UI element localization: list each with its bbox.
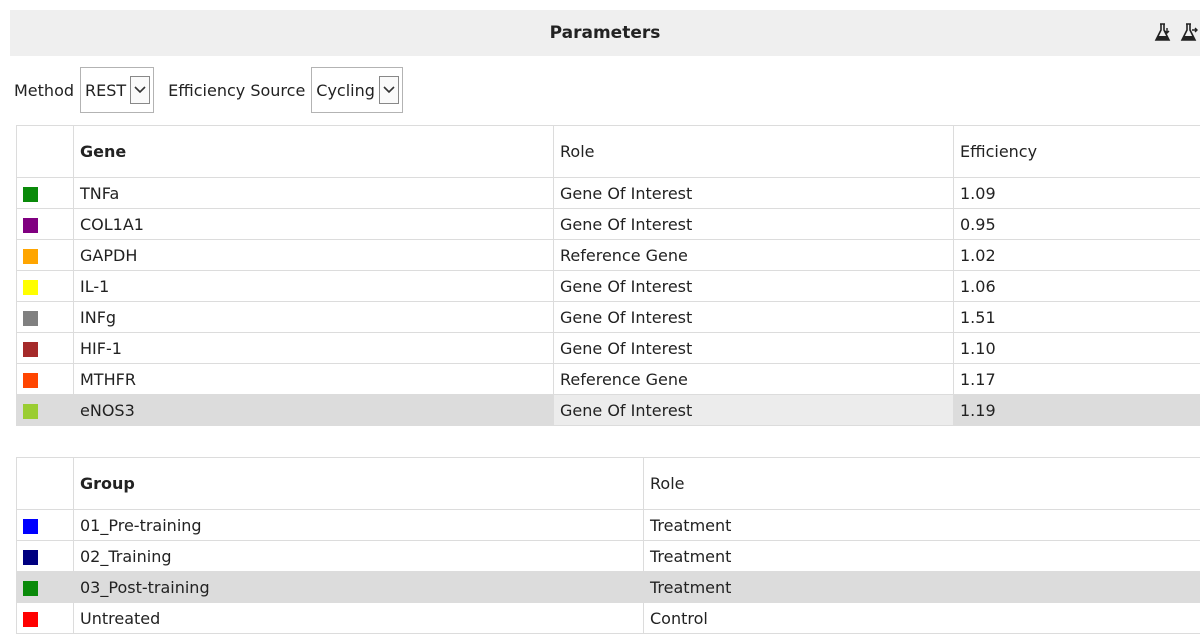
color-swatch[interactable] xyxy=(23,342,38,357)
gene-efficiency-cell[interactable]: 1.06 xyxy=(954,271,1200,302)
gene-name-cell[interactable]: COL1A1 xyxy=(74,209,554,240)
efficiency-source-select-value: Cycling xyxy=(316,81,379,100)
group-row[interactable]: 03_Post-trainingTreatment xyxy=(17,572,1200,603)
group-role-cell[interactable]: Treatment xyxy=(644,510,1200,541)
gene-efficiency-cell[interactable]: 1.02 xyxy=(954,240,1200,271)
group-role-cell[interactable]: Treatment xyxy=(644,572,1200,603)
gene-row[interactable]: IL-1Gene Of Interest1.06 xyxy=(17,271,1200,302)
gene-row[interactable]: GAPDHReference Gene1.02 xyxy=(17,240,1200,271)
efficiency-source-label: Efficiency Source xyxy=(168,81,305,100)
gene-name-cell[interactable]: MTHFR xyxy=(74,364,554,395)
gene-role-cell[interactable]: Gene Of Interest xyxy=(554,178,954,209)
color-swatch[interactable] xyxy=(23,550,38,565)
group-row[interactable]: 02_TrainingTreatment xyxy=(17,541,1200,572)
efficiency-column-header[interactable]: Efficiency xyxy=(954,126,1200,178)
color-swatch-cell[interactable] xyxy=(17,302,74,333)
gene-name-cell[interactable]: GAPDH xyxy=(74,240,554,271)
color-swatch-cell[interactable] xyxy=(17,271,74,302)
gene-efficiency-cell[interactable]: 1.17 xyxy=(954,364,1200,395)
color-swatch[interactable] xyxy=(23,187,38,202)
parameters-controls: Method REST Efficiency Source Cycling xyxy=(14,66,417,114)
color-swatch-cell[interactable] xyxy=(17,209,74,240)
color-swatch-cell[interactable] xyxy=(17,395,74,426)
color-swatch[interactable] xyxy=(23,311,38,326)
group-row[interactable]: UntreatedControl xyxy=(17,603,1200,634)
color-swatch[interactable] xyxy=(23,249,38,264)
flask-import-icon[interactable] xyxy=(1152,22,1174,44)
gene-role-cell[interactable]: Gene Of Interest xyxy=(554,395,954,426)
color-swatch-cell[interactable] xyxy=(17,178,74,209)
chevron-down-icon[interactable] xyxy=(130,76,150,104)
color-swatch-cell[interactable] xyxy=(17,603,74,634)
gene-role-cell[interactable]: Gene Of Interest xyxy=(554,271,954,302)
color-swatch-cell[interactable] xyxy=(17,364,74,395)
color-swatch-cell[interactable] xyxy=(17,572,74,603)
color-swatch-cell[interactable] xyxy=(17,541,74,572)
group-role-cell[interactable]: Treatment xyxy=(644,541,1200,572)
gene-row[interactable]: COL1A1Gene Of Interest0.95 xyxy=(17,209,1200,240)
gene-role-cell[interactable]: Gene Of Interest xyxy=(554,209,954,240)
role-column-header[interactable]: Role xyxy=(554,126,954,178)
color-swatch-cell[interactable] xyxy=(17,510,74,541)
role-column-header[interactable]: Role xyxy=(644,458,1200,510)
gene-row[interactable]: eNOS3Gene Of Interest1.19 xyxy=(17,395,1200,426)
group-role-cell[interactable]: Control xyxy=(644,603,1200,634)
color-swatch[interactable] xyxy=(23,373,38,388)
efficiency-source-select[interactable]: Cycling xyxy=(311,67,403,113)
method-select-value: REST xyxy=(85,81,130,100)
parameters-header: Parameters xyxy=(10,10,1200,56)
gene-efficiency-cell[interactable]: 1.09 xyxy=(954,178,1200,209)
color-swatch[interactable] xyxy=(23,218,38,233)
group-name-cell[interactable]: 02_Training xyxy=(74,541,644,572)
method-select[interactable]: REST xyxy=(80,67,154,113)
gene-efficiency-cell[interactable]: 1.19 xyxy=(954,395,1200,426)
gene-row[interactable]: MTHFRReference Gene1.17 xyxy=(17,364,1200,395)
group-name-cell[interactable]: 01_Pre-training xyxy=(74,510,644,541)
group-table: Group Role 01_Pre-trainingTreatment02_Tr… xyxy=(16,457,1200,634)
gene-table-header: Gene Role Efficiency xyxy=(17,126,1200,178)
group-name-cell[interactable]: 03_Post-training xyxy=(74,572,644,603)
gene-name-cell[interactable]: HIF-1 xyxy=(74,333,554,364)
gene-role-cell[interactable]: Reference Gene xyxy=(554,364,954,395)
group-column-header[interactable]: Group xyxy=(74,458,644,510)
page-title: Parameters xyxy=(550,23,661,43)
chevron-down-icon[interactable] xyxy=(379,76,399,104)
color-swatch-cell[interactable] xyxy=(17,333,74,364)
group-name-cell[interactable]: Untreated xyxy=(74,603,644,634)
gene-name-cell[interactable]: INFg xyxy=(74,302,554,333)
gene-row[interactable]: INFgGene Of Interest1.51 xyxy=(17,302,1200,333)
gene-role-cell[interactable]: Reference Gene xyxy=(554,240,954,271)
gene-efficiency-cell[interactable]: 1.51 xyxy=(954,302,1200,333)
gene-efficiency-cell[interactable]: 0.95 xyxy=(954,209,1200,240)
header-toolbar xyxy=(1152,10,1200,56)
swatch-column-header xyxy=(17,458,74,510)
swatch-column-header xyxy=(17,126,74,178)
gene-name-cell[interactable]: IL-1 xyxy=(74,271,554,302)
group-table-header: Group Role xyxy=(17,458,1200,510)
gene-table: Gene Role Efficiency TNFaGene Of Interes… xyxy=(16,125,1200,426)
gene-column-header[interactable]: Gene xyxy=(74,126,554,178)
gene-role-cell[interactable]: Gene Of Interest xyxy=(554,302,954,333)
flask-export-icon[interactable] xyxy=(1178,22,1200,44)
color-swatch[interactable] xyxy=(23,280,38,295)
color-swatch-cell[interactable] xyxy=(17,240,74,271)
color-swatch[interactable] xyxy=(23,404,38,419)
color-swatch[interactable] xyxy=(23,519,38,534)
gene-row[interactable]: TNFaGene Of Interest1.09 xyxy=(17,178,1200,209)
group-row[interactable]: 01_Pre-trainingTreatment xyxy=(17,510,1200,541)
gene-role-cell[interactable]: Gene Of Interest xyxy=(554,333,954,364)
gene-efficiency-cell[interactable]: 1.10 xyxy=(954,333,1200,364)
gene-name-cell[interactable]: eNOS3 xyxy=(74,395,554,426)
color-swatch[interactable] xyxy=(23,612,38,627)
gene-name-cell[interactable]: TNFa xyxy=(74,178,554,209)
color-swatch[interactable] xyxy=(23,581,38,596)
gene-row[interactable]: HIF-1Gene Of Interest1.10 xyxy=(17,333,1200,364)
method-label: Method xyxy=(14,81,74,100)
